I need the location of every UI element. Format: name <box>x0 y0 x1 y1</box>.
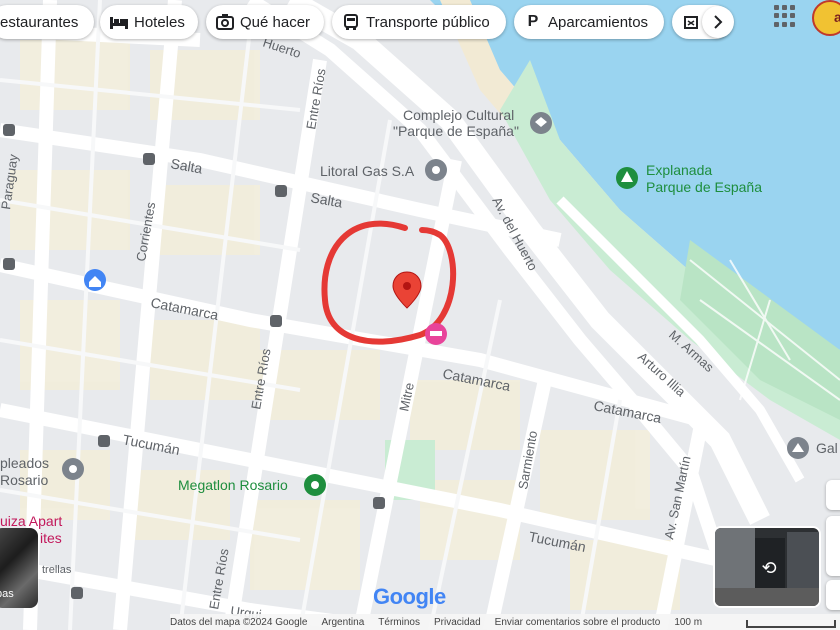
avatar-text: as <box>834 9 840 25</box>
chip-restaurantes[interactable]: estaurantes <box>0 5 94 39</box>
google-logo: Google <box>373 584 446 609</box>
chip-que-hacer[interactable]: Qué hacer <box>206 5 324 39</box>
photos-thumbnail[interactable]: pas <box>0 528 38 608</box>
scale-bar <box>746 620 836 628</box>
rotate-360-icon: ⟲ <box>761 558 777 578</box>
footer-scale-label[interactable]: 100 m <box>674 617 702 628</box>
chip-hoteles-label: Hoteles <box>134 13 185 31</box>
litoral-gas-marker-icon <box>425 159 447 181</box>
poi-empleados-2: Rosario <box>0 472 48 488</box>
chip-transporte-label: Transporte público <box>366 13 490 31</box>
footer-privacy[interactable]: Privacidad <box>434 617 481 628</box>
bed-icon <box>110 13 128 31</box>
chip-que-hacer-label: Qué hacer <box>240 13 311 31</box>
camera-icon <box>216 13 234 31</box>
poi-gal: Gal <box>816 440 838 456</box>
chip-transporte[interactable]: Transporte público <box>332 5 506 39</box>
poi-litoral-gas: Litoral Gas S.A <box>320 163 415 179</box>
poi-estrellas: trellas <box>42 564 72 576</box>
chip-hoteles[interactable]: Hoteles <box>100 5 198 39</box>
chip-restaurantes-label: estaurantes <box>0 13 79 31</box>
poi-urquiza-2: ites <box>40 530 62 546</box>
photos-thumbnail-label: pas <box>0 588 14 600</box>
parking-icon: P <box>527 13 539 30</box>
poi-empleados-1: pleados <box>0 455 49 471</box>
footer-terms[interactable]: Términos <box>378 617 420 628</box>
bus-icon <box>342 13 360 31</box>
home-marker-icon <box>84 269 106 291</box>
poi-explanada-2: Parque de España <box>646 179 762 195</box>
empleados-marker-icon <box>62 458 84 480</box>
footer-map-data: Datos del mapa ©2024 Google <box>170 616 308 628</box>
explanada-marker-icon <box>616 167 638 189</box>
street-view-thumbnail[interactable]: ⟲ <box>713 526 821 608</box>
poi-explanada-1: Explanada <box>646 162 712 178</box>
poi-complejo-line2: "Parque de España" <box>393 123 519 139</box>
megatlon-marker-icon <box>304 474 326 496</box>
zoom-control[interactable] <box>826 516 840 576</box>
chip-aparcamientos-label: Aparcamientos <box>548 13 649 31</box>
hotel-icon <box>682 13 700 31</box>
chevron-right-icon[interactable] <box>702 6 734 38</box>
poi-megatlon: Megatlon Rosario <box>178 477 288 493</box>
poi-complejo-line1: Complejo Cultural <box>403 107 514 123</box>
gal-marker-icon <box>787 437 809 459</box>
complejo-cultural-marker-icon <box>530 112 552 134</box>
footer-feedback[interactable]: Enviar comentarios sobre el producto <box>495 617 661 628</box>
apps-grid-icon[interactable] <box>774 5 796 27</box>
chip-aparcamientos[interactable]: P Aparcamientos <box>514 5 664 39</box>
poi-urquiza-1: uiza Apart <box>0 513 62 529</box>
compass-control[interactable] <box>826 480 840 510</box>
map-footer: Datos del mapa ©2024 Google Argentina Té… <box>170 614 840 630</box>
avatar[interactable]: as <box>812 0 840 36</box>
pegman-control[interactable] <box>826 580 840 610</box>
footer-country[interactable]: Argentina <box>321 617 364 628</box>
hotel-marker-icon <box>425 323 447 345</box>
